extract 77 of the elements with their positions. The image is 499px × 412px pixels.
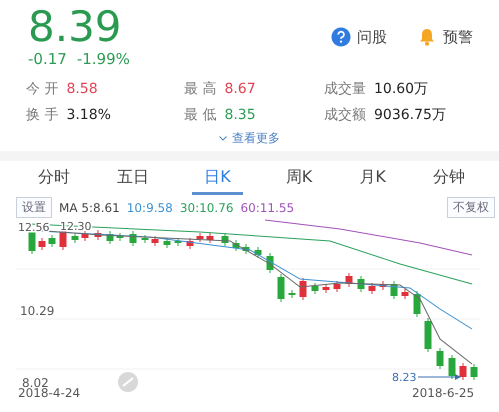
stat-label: 今 开 — [26, 80, 58, 98]
candlestick — [300, 278, 306, 300]
candlestick — [358, 276, 364, 292]
candlestick — [82, 230, 88, 242]
stat-label: 最 低 — [184, 106, 216, 124]
chevron-down-icon — [219, 136, 227, 141]
arrow-icon — [418, 374, 461, 380]
action-button[interactable]: 预警 — [417, 26, 473, 48]
stock-price: 8.39 — [28, 4, 123, 50]
adjustment-button[interactable]: 不复权 — [447, 197, 495, 218]
candlestick — [312, 282, 318, 294]
candlestick — [94, 230, 102, 240]
candlestick — [186, 238, 194, 250]
settings-button[interactable]: 设置 — [16, 197, 52, 218]
stat-label: 最 高 — [184, 80, 216, 98]
stat-label: 成交量 — [324, 80, 366, 98]
view-more-link[interactable]: 查看更多 — [219, 130, 280, 147]
stat-label: 成交额 — [324, 106, 366, 124]
candlestick — [436, 348, 444, 370]
slash-circle-icon — [118, 372, 138, 392]
candlestick — [232, 240, 240, 252]
bell-icon — [417, 27, 437, 47]
candlestick — [424, 318, 432, 352]
chart-tab[interactable]: 分时 — [34, 164, 74, 195]
candlestick — [278, 274, 284, 302]
axis-price-label: 10.29 — [20, 304, 54, 318]
candlestick — [38, 238, 46, 250]
candlestick — [142, 234, 148, 244]
candlestick — [402, 288, 408, 300]
moving-average-value: 10:9.58 — [126, 200, 173, 214]
candlestick — [106, 230, 114, 244]
candlestick — [116, 232, 124, 242]
candlestick — [368, 282, 376, 294]
candlestick — [206, 232, 214, 244]
candlestick — [174, 238, 182, 246]
candlestick — [266, 252, 274, 274]
candlestick — [222, 232, 228, 246]
stat-value: 10.60万 — [374, 80, 428, 98]
stat-value: 8.67 — [224, 80, 256, 98]
candlestick — [196, 232, 204, 242]
candlestick — [470, 364, 478, 380]
moving-average-value: MA 5:8.61 — [59, 200, 120, 214]
stat-value: 8.58 — [66, 80, 98, 98]
candlestick — [322, 284, 330, 294]
help-icon — [331, 27, 351, 47]
candlestick — [346, 272, 352, 288]
stat-value: 8.35 — [224, 106, 256, 124]
low-price-mark: 8.23 — [392, 371, 416, 384]
stat-value: 9036.75万 — [374, 106, 446, 124]
candlestick — [164, 238, 170, 248]
action-button[interactable]: 问股 — [331, 26, 387, 48]
candlestick — [390, 280, 398, 300]
candlestick — [72, 232, 78, 244]
chart-tab[interactable]: 分钟 — [428, 164, 469, 195]
candlestick — [334, 280, 340, 292]
candlestick — [380, 280, 386, 290]
start-date-label: 2018-4-24 — [18, 386, 80, 400]
chart-tab[interactable]: 月K — [355, 164, 390, 195]
candlestick — [448, 354, 456, 380]
candlestick — [460, 362, 466, 380]
end-date-label: 2018-6-25 — [412, 386, 474, 400]
candlestick — [414, 290, 420, 318]
chart-tab[interactable]: 日K — [192, 164, 243, 195]
candlestick — [152, 236, 158, 246]
moving-average-value: 30:10.76 — [180, 200, 234, 214]
chart-tab[interactable]: 周K — [282, 164, 316, 195]
candlestick — [48, 234, 56, 248]
stat-value: 3.18% — [66, 106, 111, 124]
candlestick — [130, 230, 136, 246]
percent-change: -1.99% — [76, 50, 130, 68]
stat-label: 换 手 — [26, 106, 58, 124]
candlestick — [254, 246, 262, 258]
candlestick — [242, 244, 250, 254]
candlestick — [288, 290, 296, 298]
price-change: -0.17 — [28, 50, 67, 68]
moving-average-value: 60:11.55 — [240, 200, 294, 214]
chart-tab[interactable]: 五日 — [113, 164, 154, 195]
